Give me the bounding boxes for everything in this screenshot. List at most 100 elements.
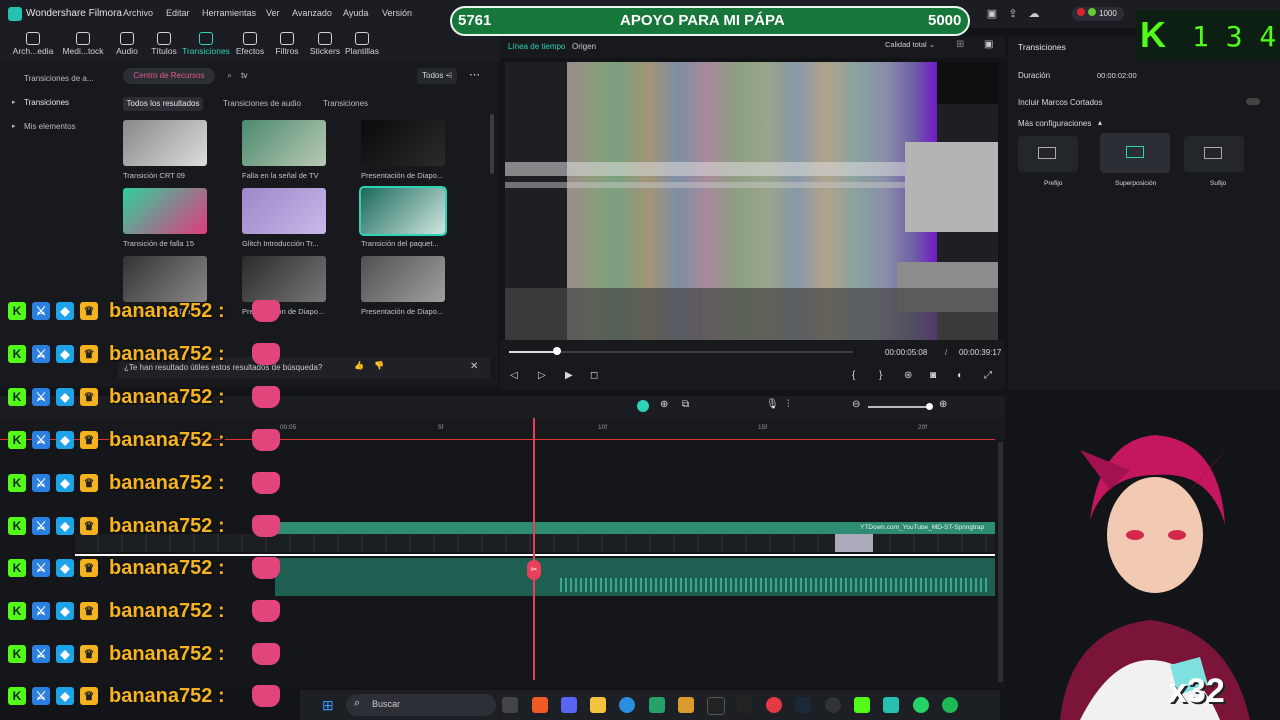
sword-badge-icon: ⚔ (32, 345, 50, 363)
keyframe-icon[interactable]: ⧉ (682, 399, 689, 410)
task-view-icon[interactable] (502, 697, 518, 713)
snap-icon[interactable] (637, 400, 649, 412)
menu-version[interactable]: Versión (382, 8, 412, 18)
fullscreen-icon[interactable]: ⤢ (984, 370, 992, 381)
video-preview[interactable] (505, 62, 998, 340)
tool-templates[interactable]: Plantillas (337, 28, 387, 62)
crown-badge-icon: ♛ (80, 345, 98, 363)
menu-ayuda[interactable]: Ayuda (343, 8, 368, 18)
menu-herramientas[interactable]: Herramientas (202, 8, 256, 18)
folder-icon[interactable] (678, 697, 694, 713)
tab-transitions[interactable]: Transiciones (323, 99, 368, 108)
browser-icon[interactable] (766, 697, 782, 713)
mixer-icon[interactable]: ⫶ (787, 399, 790, 410)
more-options-icon[interactable]: ⋯ (469, 68, 480, 81)
zoom-slider[interactable] (868, 406, 930, 408)
discord-icon[interactable] (561, 697, 577, 713)
playhead[interactable] (533, 418, 535, 680)
sidebar-item-my-elements[interactable]: Mis elementos (24, 122, 76, 131)
transition-thumbnail[interactable] (361, 120, 445, 166)
previous-frame-icon[interactable]: ◁ (510, 370, 518, 381)
tab-audio-transitions[interactable]: Transiciones de audio (223, 99, 301, 108)
brave-icon[interactable] (532, 697, 548, 713)
filter-dropdown[interactable]: Todos ⩤ (417, 68, 457, 84)
crown-badge-icon: ♛ (80, 687, 98, 705)
tab-timeline[interactable]: Línea de tiempo (508, 42, 565, 51)
snapshot-icon[interactable]: ▣ (984, 39, 993, 50)
duration-field[interactable]: 00:00:02:00 (1097, 71, 1137, 80)
mode-suffix-button[interactable] (1184, 136, 1244, 172)
transition-thumbnail[interactable] (242, 120, 326, 166)
zoom-in-icon[interactable]: ⊕ (939, 399, 947, 410)
sidebar-item-transitions[interactable]: Transiciones (24, 98, 69, 107)
tab-source[interactable]: Origen (572, 42, 596, 51)
include-frames-toggle[interactable] (1246, 98, 1260, 105)
next-frame-icon[interactable]: ▷ (538, 370, 546, 381)
more-settings-label[interactable]: Más configuraciones (1018, 119, 1091, 128)
timeline-scrollbar[interactable] (998, 442, 1003, 682)
credits-badge[interactable]: 1000 (1072, 7, 1124, 21)
marker-icon[interactable]: ⊕ (660, 399, 668, 410)
spotify-icon[interactable] (942, 697, 958, 713)
search-input[interactable]: ⌕ tv (227, 69, 413, 83)
resource-center-button[interactable]: Centro de Recursos (123, 68, 215, 84)
render-icon[interactable]: ⊛ (904, 370, 912, 381)
microphone-icon[interactable]: 🎙 (766, 399, 779, 410)
chevron-up-icon[interactable]: ▴ (1098, 118, 1102, 127)
tab-all-results[interactable]: Todos los resultados (123, 97, 203, 111)
menu-ver[interactable]: Ver (266, 8, 280, 18)
export-icon[interactable]: ⇪ (1006, 7, 1020, 21)
taskbar-search[interactable]: ⌕ Buscar (346, 694, 496, 716)
transition-thumbnail[interactable] (123, 188, 207, 234)
cloud-icon[interactable]: ☁ (1027, 7, 1041, 21)
close-icon[interactable]: ✕ (470, 361, 478, 372)
transition-thumbnail[interactable] (242, 256, 326, 302)
transition-thumbnail[interactable] (123, 256, 207, 302)
steam-icon[interactable] (795, 697, 811, 713)
camera-icon[interactable]: ◙ (930, 370, 936, 381)
windows-start-icon[interactable]: ⊞ (322, 697, 334, 714)
thumbs-up-icon[interactable]: 👍 (354, 361, 364, 370)
play-icon[interactable]: ▶ (565, 370, 573, 381)
tool-label: Transiciones (182, 46, 230, 56)
transition-thumbnail[interactable] (242, 188, 326, 234)
filmora-taskbar-icon[interactable] (883, 697, 899, 713)
whatsapp-icon[interactable] (913, 697, 929, 713)
mark-out-icon[interactable]: } (879, 370, 882, 381)
tool-transitions[interactable]: Transiciones (181, 28, 231, 62)
menu-avanzado[interactable]: Avanzado (292, 8, 332, 18)
tool-label: Títulos (151, 46, 177, 56)
chrome-icon[interactable] (619, 697, 635, 713)
thumbs-down-icon[interactable]: 👎 (374, 361, 384, 370)
grid-icon[interactable]: ⊞ (956, 39, 964, 50)
volume-icon[interactable]: ◖ (956, 370, 962, 381)
sidebar-item-transitions-audio[interactable]: Transiciones de a... (24, 74, 94, 83)
app-icon[interactable] (649, 697, 665, 713)
obs-icon[interactable] (825, 697, 841, 713)
zoom-handle[interactable] (926, 403, 933, 410)
transition-thumbnail[interactable] (123, 120, 207, 166)
tool-stock[interactable]: Medi...tock (58, 28, 108, 62)
zoom-out-icon[interactable]: ⊖ (852, 399, 860, 410)
scrubber-handle[interactable] (553, 347, 562, 355)
menu-editar[interactable]: Editar (166, 8, 190, 18)
quality-dropdown[interactable]: Calidad total ⌄ (885, 40, 935, 49)
tool-media[interactable]: Arch...edia (8, 28, 58, 62)
stop-icon[interactable]: ◻ (590, 370, 598, 381)
library-scrollbar[interactable] (490, 114, 494, 174)
cat-emote-icon (252, 643, 280, 665)
app-name: Wondershare Filmora (26, 8, 122, 19)
transition-thumbnail[interactable] (361, 256, 445, 302)
transition-thumbnail[interactable] (359, 186, 447, 236)
scissors-icon[interactable]: ✂ (527, 560, 541, 580)
audio-waveform (560, 578, 990, 592)
mark-in-icon[interactable]: { (852, 370, 855, 381)
file-explorer-icon[interactable] (590, 697, 606, 713)
save-icon[interactable]: ▣ (985, 7, 999, 21)
terminal-icon[interactable] (707, 697, 725, 715)
menu-archivo[interactable]: Archivo (123, 8, 153, 18)
mode-prefix-button[interactable] (1018, 136, 1078, 172)
kick-app-icon[interactable] (854, 697, 870, 713)
app-icon[interactable] (737, 697, 753, 713)
mode-overlay-button[interactable] (1100, 133, 1170, 173)
